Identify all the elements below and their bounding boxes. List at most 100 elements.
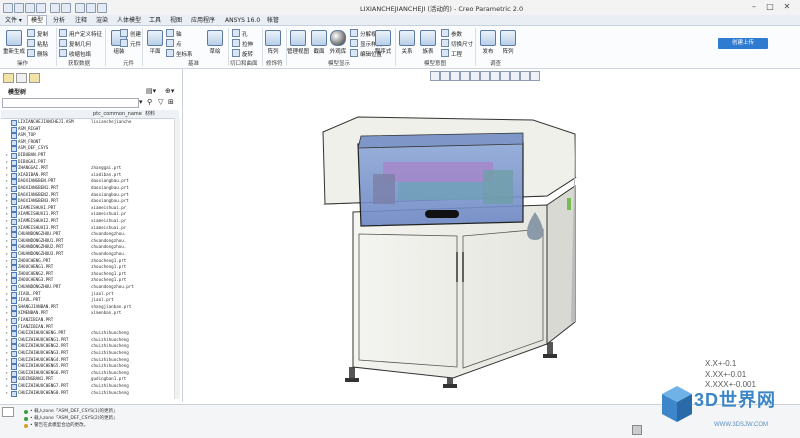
view-manager-icon[interactable] xyxy=(490,71,500,81)
plane-button[interactable]: 平面 xyxy=(144,30,166,55)
delete-button[interactable]: 删除 xyxy=(27,49,48,58)
expand-toggle-icon[interactable]: ▸ xyxy=(5,291,9,298)
saved-views-icon[interactable] xyxy=(480,71,490,81)
expand-toggle-icon[interactable]: ▸ xyxy=(5,324,9,331)
tree-row[interactable]: LIXIANCHEJIANCHEJI.ASM lixianchejianche xyxy=(0,119,176,126)
regenerate-quick-icon[interactable] xyxy=(75,3,85,13)
hole-button[interactable]: 孔 xyxy=(232,29,248,38)
tree-row[interactable]: ▸ SHANGJIANBAN.PRT shangjianban.prt xyxy=(0,304,176,311)
tab-view[interactable]: 视图 xyxy=(167,16,185,25)
expand-toggle-icon[interactable]: ▸ xyxy=(5,284,9,291)
tab-manikin[interactable]: 人体模型 xyxy=(114,16,144,25)
tab-annotate[interactable]: 注释 xyxy=(72,16,90,25)
filter-icon[interactable]: ▽ xyxy=(158,98,163,106)
regenerate-button[interactable]: 重新生成 xyxy=(3,30,25,55)
tree-row[interactable]: ▸ FIANZIBIAN.PRT xyxy=(0,324,176,331)
pattern-button[interactable]: 阵列 xyxy=(262,30,284,55)
expand-toggle-icon[interactable]: ▸ xyxy=(5,271,9,278)
tree-row[interactable]: ▸ CHUIZHIHUOCHENG.PRT chuizhihuocheng xyxy=(0,330,176,338)
expand-toggle-icon[interactable]: ▸ xyxy=(5,211,9,218)
datum-display-icon[interactable] xyxy=(500,71,510,81)
expand-toggle-icon[interactable]: ▸ xyxy=(5,218,9,225)
create-button[interactable]: 创建 xyxy=(120,29,141,38)
expand-toggle-icon[interactable]: ▸ xyxy=(5,205,9,212)
tree-row[interactable]: ▸ DAOXIANGBEN1.PRT daoxiangbau.prt xyxy=(0,185,176,192)
extrude-button[interactable]: 拉伸 xyxy=(232,39,253,48)
close-window-icon[interactable] xyxy=(97,3,107,13)
expand-toggle-icon[interactable]: ▸ xyxy=(5,192,9,199)
expand-toggle-icon[interactable]: ▸ xyxy=(5,350,9,357)
copy-geometry-button[interactable]: 复制几何 xyxy=(59,39,91,48)
save-icon[interactable] xyxy=(25,3,35,13)
expand-toggle-icon[interactable]: ▸ xyxy=(5,370,9,377)
expand-toggle-icon[interactable]: ▸ xyxy=(5,310,9,317)
expand-toggle-icon[interactable]: ▸ xyxy=(5,165,9,172)
zoom-out-icon[interactable] xyxy=(450,71,460,81)
tree-row[interactable]: ▸ JIAOL.PRT jiaol.prt xyxy=(0,297,176,305)
param-button[interactable]: 参数 xyxy=(441,29,462,38)
tree-row[interactable]: ▸ ZHOUCHENG2.PRT zhoucheng1.prt xyxy=(0,271,176,278)
tree-row[interactable]: ▸ ZHOUCHENG3.PRT zhoucheng1.prt xyxy=(0,277,176,285)
tree-row[interactable]: ▸ CHUIZHIHUOCHENG5.PRT chuizhihuocheng xyxy=(0,363,176,371)
tree-row[interactable]: ASM_DEF_CSYS xyxy=(0,145,176,153)
expand-toggle-icon[interactable]: ▸ xyxy=(5,390,9,397)
coordsys-button[interactable]: 坐标系 xyxy=(166,49,193,58)
expand-toggle-icon[interactable]: ▸ xyxy=(5,198,9,205)
shrinkwrap-button[interactable]: 收缩包络 xyxy=(59,49,91,58)
tree-row[interactable]: ▸ CHUIZHIHUOCHENG8.PRT chuizhihuocheng xyxy=(0,390,176,397)
expand-toggle-icon[interactable]: ▸ xyxy=(5,231,9,238)
tree-row[interactable]: ▸ CHUANDONGZHOU1.PRT chuandongzhou. xyxy=(0,238,176,245)
perspective-icon[interactable] xyxy=(530,71,540,81)
tree-row[interactable]: ASM_TOP xyxy=(0,132,176,140)
tree-row[interactable]: ▸ XIADIBAN.PRT xiadiban.prt xyxy=(0,172,176,179)
revolve-button[interactable]: 旋转 xyxy=(232,49,253,58)
expand-toggle-icon[interactable]: ▸ xyxy=(5,159,9,166)
expand-toggle-icon[interactable]: ▸ xyxy=(5,357,9,364)
print-icon[interactable] xyxy=(36,3,46,13)
column-material[interactable]: 材料 xyxy=(145,110,155,118)
undo-icon[interactable] xyxy=(50,3,60,13)
tree-row[interactable]: ▸ CHUANDONGZHOU3.PRT chuandongzhou. xyxy=(0,251,176,258)
refit-icon[interactable] xyxy=(430,71,440,81)
open-icon[interactable] xyxy=(14,3,24,13)
redo-icon[interactable] xyxy=(61,3,71,13)
tree-row[interactable]: ▸ DAOXIANGBEN3.PRT daoxiangbau.prt xyxy=(0,198,176,206)
tree-row[interactable]: ASM_RIGHT xyxy=(0,126,176,133)
tree-row[interactable]: ▸ ZHOUCHENG1.PRT zhoucheng1.prt xyxy=(0,264,176,272)
manage-views-button[interactable]: 管理视图 xyxy=(287,30,309,55)
expand-toggle-icon[interactable]: ▸ xyxy=(5,251,9,258)
expand-toggle-icon[interactable]: ▸ xyxy=(5,258,9,265)
relations-button[interactable]: 关系 xyxy=(396,30,418,55)
tree-row[interactable]: ▸ XIMENBAN.PRT ximenban.prt xyxy=(0,310,176,318)
column-common-name[interactable]: ptc_common_name xyxy=(93,110,142,118)
expand-toggle-icon[interactable]: ▸ xyxy=(5,337,9,344)
expand-toggle-icon[interactable]: ▸ xyxy=(5,185,9,192)
message-log-icon[interactable] xyxy=(2,407,14,417)
tab-tools[interactable]: 工具 xyxy=(146,16,164,25)
tree-row[interactable]: ▸ CHUIZHIHUOCHENG1.PRT chuizhihuocheng xyxy=(0,337,176,344)
tree-row[interactable]: ▸ GUDINGBAN1.PRT gudingban1.prt xyxy=(0,376,176,384)
component-button[interactable]: 元件 xyxy=(120,39,141,48)
tree-row[interactable]: ▸ CHUANDONGZHOU2.PRT chuandongzhou. xyxy=(0,244,176,252)
tree-row[interactable]: ▸ CHUIZHIHUOCHENG3.PRT chuizhihuocheng xyxy=(0,350,176,357)
tree-row[interactable]: ▸ CHUIZHIHUOCHENG4.PRT chuizhihuocheng xyxy=(0,357,176,364)
expand-toggle-icon[interactable]: ▸ xyxy=(5,244,9,251)
spin-center-icon[interactable] xyxy=(520,71,530,81)
expand-toggle-icon[interactable]: ▸ xyxy=(5,172,9,179)
expand-toggle-icon[interactable]: ▸ xyxy=(5,277,9,284)
tree-row[interactable]: ▸ CHUIZHIHUOCHENG7.PRT chuizhihuocheng xyxy=(0,383,176,390)
tree-row[interactable]: ▸ ZHANGGAI.PRT zhanggai.prt xyxy=(0,165,176,173)
expand-toggle-icon[interactable]: ▸ xyxy=(5,178,9,185)
find-icon[interactable]: ⚲ xyxy=(147,98,152,106)
axis-button[interactable]: 轴 xyxy=(166,29,182,38)
expand-toggle-icon[interactable]: ▸ xyxy=(5,330,9,337)
expand-toggle-icon[interactable]: ▸ xyxy=(5,238,9,245)
tree-search-input[interactable] xyxy=(2,98,139,108)
favorites-tab-icon[interactable] xyxy=(29,73,40,83)
tree-row[interactable]: ▸ CHUANDONGZHOU.PRT chuandongzhou.prt xyxy=(0,284,176,291)
tree-columns-icon[interactable]: ⊞ xyxy=(168,98,174,106)
maximize-button[interactable]: □ xyxy=(764,2,776,12)
point-button[interactable]: 点 xyxy=(166,39,182,48)
eng-button[interactable]: 工程 xyxy=(441,49,462,58)
expand-toggle-icon[interactable]: ▸ xyxy=(5,383,9,390)
